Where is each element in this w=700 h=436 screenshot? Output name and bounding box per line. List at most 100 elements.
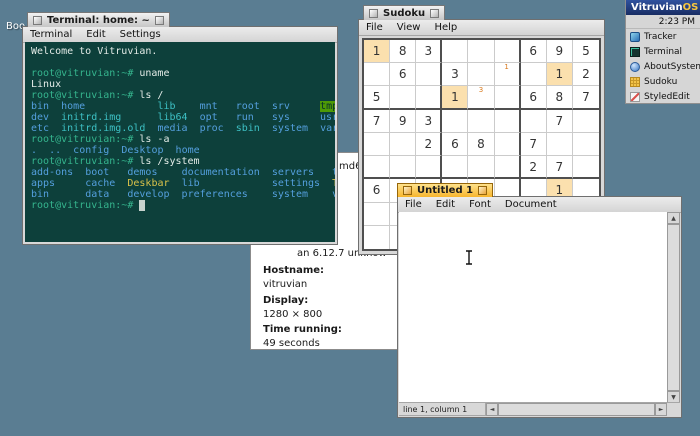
editor-text-area[interactable] (399, 212, 668, 403)
sudoku-cell[interactable]: 2 (416, 133, 442, 156)
menu-item-font[interactable]: Font (462, 197, 498, 212)
sudoku-cell[interactable] (364, 133, 390, 156)
scrollbar-corner (667, 402, 680, 416)
sudoku-cell[interactable] (495, 133, 521, 156)
close-icon[interactable] (33, 16, 42, 25)
sudoku-cell[interactable] (468, 63, 494, 86)
sudoku-cell[interactable]: 1 (442, 86, 468, 109)
sudoku-cell[interactable]: 7 (547, 156, 573, 179)
sudoku-cell[interactable] (390, 86, 416, 109)
scroll-right-icon[interactable]: ► (655, 403, 667, 416)
sudoku-cell[interactable]: 1 (495, 63, 521, 86)
sudoku-cell[interactable]: 6 (521, 86, 547, 109)
deskbar-item-tracker[interactable]: Tracker (626, 29, 700, 44)
sudoku-cell[interactable]: 3 (416, 110, 442, 133)
vertical-scrollbar[interactable]: ▲ ▼ (667, 212, 680, 403)
sudoku-cell[interactable]: 3 (468, 86, 494, 109)
sudoku-cell[interactable]: 1 (547, 63, 573, 86)
sudoku-cell[interactable]: 6 (521, 40, 547, 63)
sudoku-cell[interactable] (573, 156, 599, 179)
sudoku-cell[interactable]: 1 (364, 40, 390, 63)
sudoku-cell[interactable]: 3 (416, 40, 442, 63)
sudoku-cell[interactable] (416, 156, 442, 179)
vertical-scroll-thumb[interactable] (667, 224, 680, 391)
sudoku-cell-value: 1 (556, 67, 564, 81)
sudoku-cell[interactable] (495, 86, 521, 109)
deskbar-item-sudoku[interactable]: Sudoku (626, 74, 700, 89)
sudoku-cell[interactable] (364, 226, 390, 249)
sudoku-cell[interactable] (416, 86, 442, 109)
sudoku-cell[interactable]: 2 (573, 63, 599, 86)
sudoku-cell[interactable]: 5 (573, 40, 599, 63)
sudoku-cell[interactable] (495, 40, 521, 63)
zoom-icon[interactable] (430, 9, 439, 18)
menu-item-help[interactable]: Help (427, 20, 464, 35)
menu-item-terminal[interactable]: Terminal (23, 27, 79, 42)
sudoku-cell[interactable]: 6 (390, 63, 416, 86)
sudoku-cell[interactable]: 8 (390, 40, 416, 63)
sudoku-cell[interactable] (468, 156, 494, 179)
sudoku-cell[interactable]: 3 (442, 63, 468, 86)
sudoku-cell[interactable] (547, 133, 573, 156)
terminal-line: Welcome to Vitruvian. (31, 46, 329, 57)
deskbar-item-stylededit[interactable]: StyledEdit (626, 89, 700, 104)
close-icon[interactable] (403, 186, 412, 195)
terminal-tab[interactable]: Terminal: home: ~ (27, 12, 170, 27)
editor-bottom-bar: line 1, column 1 ◄ ► (399, 402, 680, 416)
sudoku-cell[interactable]: 5 (364, 86, 390, 109)
sudoku-cell[interactable]: 2 (521, 156, 547, 179)
zoom-icon[interactable] (155, 16, 164, 25)
sudoku-cell[interactable] (364, 203, 390, 226)
editor-tab[interactable]: Untitled 1 (397, 183, 493, 197)
sudoku-cell[interactable]: 7 (521, 133, 547, 156)
sudoku-cell[interactable]: 8 (468, 133, 494, 156)
deskbar-header[interactable]: VitruvianOS (626, 0, 700, 15)
sudoku-cell[interactable]: 8 (547, 86, 573, 109)
terminal-frame: Terminal Edit Settings Welcome to Vitruv… (22, 26, 338, 245)
sudoku-cell-value: 7 (373, 114, 381, 128)
terminal-icon (630, 47, 640, 57)
sudoku-cell[interactable] (573, 110, 599, 133)
sudoku-cell[interactable]: 6 (364, 179, 390, 202)
horizontal-scroll-thumb[interactable] (498, 403, 655, 416)
sudoku-cell[interactable]: 9 (390, 110, 416, 133)
sudoku-tab[interactable]: Sudoku (363, 5, 445, 20)
sudoku-cell[interactable] (442, 40, 468, 63)
sudoku-cell[interactable] (442, 156, 468, 179)
horizontal-scrollbar[interactable]: ◄ ► (486, 402, 667, 416)
sudoku-cell[interactable]: 7 (547, 110, 573, 133)
menu-item-document[interactable]: Document (498, 197, 564, 212)
sudoku-cell[interactable]: 7 (573, 86, 599, 109)
stylededit-icon (630, 92, 640, 102)
sudoku-cell[interactable] (364, 156, 390, 179)
zoom-icon[interactable] (478, 186, 487, 195)
sudoku-cell[interactable] (468, 40, 494, 63)
sudoku-cell[interactable] (468, 110, 494, 133)
sudoku-cell[interactable] (495, 110, 521, 133)
deskbar-item-terminal[interactable]: Terminal (626, 44, 700, 59)
sudoku-cell[interactable] (573, 133, 599, 156)
sudoku-cell[interactable] (390, 133, 416, 156)
sudoku-cell[interactable] (495, 156, 521, 179)
sudoku-cell[interactable]: 9 (547, 40, 573, 63)
sudoku-cell[interactable]: 6 (442, 133, 468, 156)
menu-item-edit[interactable]: Edit (429, 197, 462, 212)
scroll-left-icon[interactable]: ◄ (486, 403, 498, 416)
menu-item-view[interactable]: View (390, 20, 428, 35)
sudoku-cell[interactable] (364, 63, 390, 86)
deskbar-clock[interactable]: 2:23 PM (626, 15, 700, 29)
sudoku-cell[interactable]: 7 (364, 110, 390, 133)
sudoku-cell[interactable] (442, 110, 468, 133)
terminal-screen[interactable]: Welcome to Vitruvian. root@vitruvian:~# … (25, 42, 335, 242)
sudoku-cell[interactable] (416, 63, 442, 86)
menu-item-file[interactable]: File (359, 20, 390, 35)
scroll-up-icon[interactable]: ▲ (667, 212, 680, 224)
menu-item-file[interactable]: File (398, 197, 429, 212)
sudoku-cell[interactable] (521, 110, 547, 133)
deskbar-item-aboutsystem[interactable]: AboutSystem (626, 59, 700, 74)
sudoku-cell[interactable] (521, 63, 547, 86)
menu-item-settings[interactable]: Settings (113, 27, 168, 42)
menu-item-edit[interactable]: Edit (79, 27, 112, 42)
sudoku-cell[interactable] (390, 156, 416, 179)
close-icon[interactable] (369, 9, 378, 18)
